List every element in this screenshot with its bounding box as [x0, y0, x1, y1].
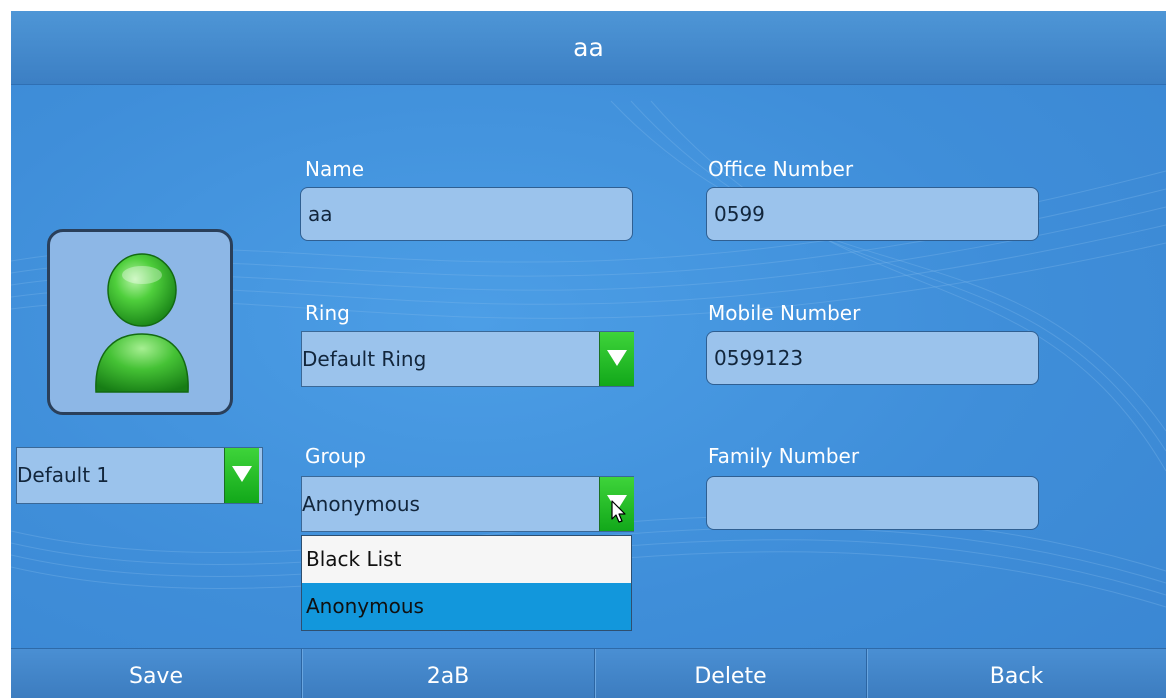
contact-person-icon — [95, 253, 189, 393]
ring-select[interactable]: Default Ring — [301, 331, 634, 387]
office-number-label: Office Number — [708, 157, 854, 181]
mobile-number-field[interactable]: 0599123 — [706, 331, 1039, 385]
group-select-value: Anonymous — [302, 492, 420, 516]
group-dropdown-list: Black List Anonymous — [301, 535, 632, 631]
input-mode-button[interactable]: 2aB — [302, 649, 594, 698]
group-option-anonymous[interactable]: Anonymous — [302, 583, 631, 630]
back-button[interactable]: Back — [867, 649, 1166, 698]
mouse-cursor-icon — [611, 500, 626, 523]
office-number-field[interactable]: 0599 — [706, 187, 1039, 241]
ring-select-value: Default Ring — [302, 347, 427, 371]
family-number-label: Family Number — [708, 444, 860, 468]
photo-select[interactable]: Default 1 — [16, 447, 263, 504]
title-bar: aa — [11, 11, 1166, 85]
softkey-bar: Save 2aB Delete Back — [11, 648, 1166, 698]
photo-select-value: Default 1 — [17, 463, 110, 487]
save-button[interactable]: Save — [11, 649, 301, 698]
group-label: Group — [305, 444, 366, 468]
group-select[interactable]: Anonymous — [301, 476, 634, 532]
ring-select-arrow[interactable] — [599, 332, 634, 386]
photo-select-arrow[interactable] — [224, 448, 259, 503]
family-number-field[interactable] — [706, 476, 1039, 530]
delete-button[interactable]: Delete — [595, 649, 866, 698]
contact-edit-screen: aa Default 1 Name aa Ring Default Ring G… — [11, 11, 1166, 698]
name-field[interactable]: aa — [300, 187, 633, 241]
group-select-arrow[interactable] — [599, 477, 634, 531]
contact-photo[interactable] — [47, 229, 233, 415]
mobile-number-label: Mobile Number — [708, 301, 861, 325]
page-title: aa — [573, 33, 604, 62]
chevron-down-icon — [232, 466, 252, 482]
ring-label: Ring — [305, 301, 350, 325]
chevron-down-icon — [607, 350, 627, 366]
name-label: Name — [305, 157, 365, 181]
group-option-black-list[interactable]: Black List — [302, 536, 631, 583]
